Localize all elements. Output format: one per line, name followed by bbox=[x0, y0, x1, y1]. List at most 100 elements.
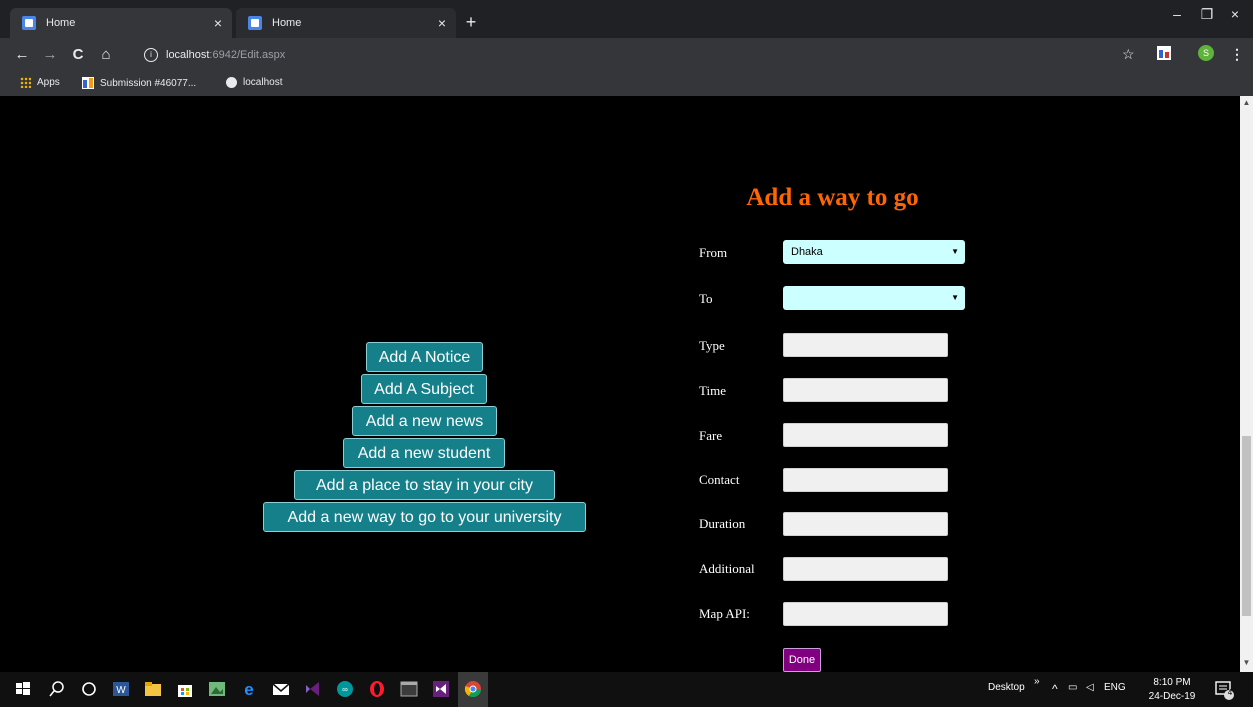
action-center-icon[interactable]: 4 bbox=[1214, 680, 1234, 700]
to-label: To bbox=[699, 291, 713, 306]
profile-avatar[interactable]: S bbox=[1198, 45, 1214, 61]
fare-label: Fare bbox=[699, 428, 723, 443]
fare-input[interactable] bbox=[783, 423, 948, 447]
tab-title: Home bbox=[46, 17, 76, 29]
store-icon[interactable] bbox=[176, 680, 194, 698]
visual-studio-code-icon[interactable] bbox=[304, 680, 322, 698]
form-title: Add a way to go bbox=[746, 184, 919, 211]
add-subject-button[interactable]: Add A Subject bbox=[361, 374, 487, 404]
apps-grid-icon bbox=[20, 77, 31, 88]
tab-home-2[interactable]: Home × bbox=[236, 8, 456, 38]
site-info-icon[interactable]: i bbox=[144, 48, 158, 62]
chrome-icon[interactable] bbox=[464, 680, 482, 698]
type-input[interactable] bbox=[783, 333, 948, 357]
windows-start-icon[interactable] bbox=[14, 680, 32, 698]
dropdown-arrow-icon: ▼ bbox=[951, 293, 959, 302]
duration-label: Duration bbox=[699, 516, 746, 531]
url-host: localhost bbox=[166, 49, 210, 61]
search-icon[interactable] bbox=[48, 680, 66, 698]
clock-time: 8:10 PM bbox=[1153, 677, 1191, 688]
file-explorer-icon[interactable] bbox=[144, 680, 162, 698]
url-path: :6942/Edit.aspx bbox=[209, 49, 286, 61]
add-student-button[interactable]: Add a new student bbox=[343, 438, 505, 468]
clock-date: 24-Dec-19 bbox=[1148, 691, 1196, 702]
toolbar-chevron-icon[interactable]: » bbox=[1034, 676, 1040, 687]
type-label: Type bbox=[699, 338, 725, 353]
restore-button[interactable]: ❐ bbox=[1192, 6, 1222, 23]
bookmark-star-icon[interactable]: ☆ bbox=[1122, 46, 1135, 63]
add-way-button[interactable]: Add a new way to go to your university bbox=[263, 502, 586, 532]
tab-close-icon[interactable]: × bbox=[434, 15, 450, 31]
arduino-icon[interactable]: ∞ bbox=[336, 680, 354, 698]
map-api-label: Map API: bbox=[699, 606, 750, 621]
page-favicon-icon bbox=[248, 16, 262, 30]
bookmark-submission[interactable]: Submission #46077... bbox=[82, 77, 196, 89]
svg-text:∞: ∞ bbox=[342, 685, 348, 694]
desktop-toolbar-label[interactable]: Desktop bbox=[988, 682, 1025, 693]
language-indicator[interactable]: ENG bbox=[1104, 682, 1126, 693]
contact-input[interactable] bbox=[783, 468, 948, 492]
show-hidden-icons-icon[interactable]: ^ bbox=[1052, 682, 1058, 696]
browser-menu-icon[interactable]: ⋮ bbox=[1230, 46, 1244, 63]
from-select[interactable]: Dhaka ▼ bbox=[783, 240, 965, 264]
system-clock[interactable]: 8:10 PM 24-Dec-19 bbox=[1148, 676, 1196, 704]
bookmark-localhost[interactable]: localhost bbox=[226, 77, 282, 88]
cortana-icon[interactable] bbox=[80, 680, 98, 698]
browser-toolbar: ← → C ⌂ i localhost:6942/Edit.aspx ☆ ⋮ bbox=[0, 38, 1253, 72]
page-favicon-icon bbox=[22, 16, 36, 30]
dropdown-arrow-icon: ▼ bbox=[951, 247, 959, 256]
add-news-button[interactable]: Add a new news bbox=[352, 406, 497, 436]
time-label: Time bbox=[699, 383, 726, 398]
close-window-button[interactable]: × bbox=[1220, 6, 1250, 22]
notification-count: 4 bbox=[1227, 688, 1233, 697]
terminal-icon[interactable] bbox=[400, 680, 418, 698]
scroll-up-icon[interactable]: ▲ bbox=[1240, 98, 1253, 110]
tab-title: Home bbox=[272, 17, 302, 29]
contact-label: Contact bbox=[699, 472, 740, 487]
bookmark-apps[interactable]: Apps bbox=[20, 77, 60, 88]
word-icon[interactable]: W bbox=[112, 680, 130, 698]
scroll-thumb[interactable] bbox=[1242, 436, 1251, 616]
back-icon[interactable]: ← bbox=[12, 45, 32, 65]
bookmark-label: Apps bbox=[37, 77, 60, 88]
mail-icon[interactable] bbox=[272, 680, 290, 698]
bookmarks-bar: Apps Submission #46077... localhost bbox=[0, 72, 1253, 96]
add-notice-button[interactable]: Add A Notice bbox=[366, 342, 483, 372]
add-place-button[interactable]: Add a place to stay in your city bbox=[294, 470, 555, 500]
done-button[interactable]: Done bbox=[783, 648, 821, 672]
visual-studio-icon[interactable] bbox=[432, 680, 450, 698]
scroll-down-icon[interactable]: ▼ bbox=[1240, 658, 1253, 670]
photos-icon[interactable] bbox=[208, 680, 226, 698]
tab-home-1[interactable]: Home × bbox=[10, 8, 232, 38]
page-content: Add A Notice Add A Subject Add a new new… bbox=[0, 96, 1240, 672]
additional-label: Additional bbox=[699, 561, 755, 576]
from-select-value: Dhaka bbox=[791, 246, 823, 258]
volume-icon[interactable]: ◁ bbox=[1086, 682, 1094, 693]
to-select[interactable]: ▼ bbox=[783, 286, 965, 310]
duration-input[interactable] bbox=[783, 512, 948, 536]
home-icon[interactable]: ⌂ bbox=[96, 45, 116, 65]
submission-favicon bbox=[82, 77, 94, 89]
reload-icon[interactable]: C bbox=[68, 45, 88, 65]
extension-icon[interactable] bbox=[1157, 46, 1171, 60]
tab-strip: Home × Home × + – ❐ × bbox=[0, 0, 1253, 38]
page-scrollbar[interactable]: ▲ ▼ bbox=[1240, 96, 1253, 672]
new-tab-button[interactable]: + bbox=[460, 12, 482, 33]
windows-taskbar: W e ∞ Desktop » ^ ▭ ◁ ENG 8:10 PM 24-Dec… bbox=[0, 672, 1253, 707]
svg-text:W: W bbox=[116, 685, 126, 696]
map-api-input[interactable] bbox=[783, 602, 948, 626]
bookmark-label: Submission #46077... bbox=[100, 77, 197, 89]
from-label: From bbox=[699, 245, 728, 260]
forward-icon[interactable]: → bbox=[40, 45, 60, 65]
network-icon[interactable]: ▭ bbox=[1068, 682, 1077, 693]
opera-icon[interactable] bbox=[368, 680, 386, 698]
additional-input[interactable] bbox=[783, 557, 948, 581]
minimize-button[interactable]: – bbox=[1162, 6, 1192, 22]
edge-icon[interactable]: e bbox=[240, 680, 258, 698]
tab-close-icon[interactable]: × bbox=[210, 15, 226, 31]
bookmark-label: localhost bbox=[243, 77, 283, 88]
time-input[interactable] bbox=[783, 378, 948, 402]
svg-text:e: e bbox=[244, 680, 253, 698]
address-bar[interactable]: i localhost:6942/Edit.aspx bbox=[134, 43, 1114, 67]
globe-icon bbox=[226, 77, 237, 88]
